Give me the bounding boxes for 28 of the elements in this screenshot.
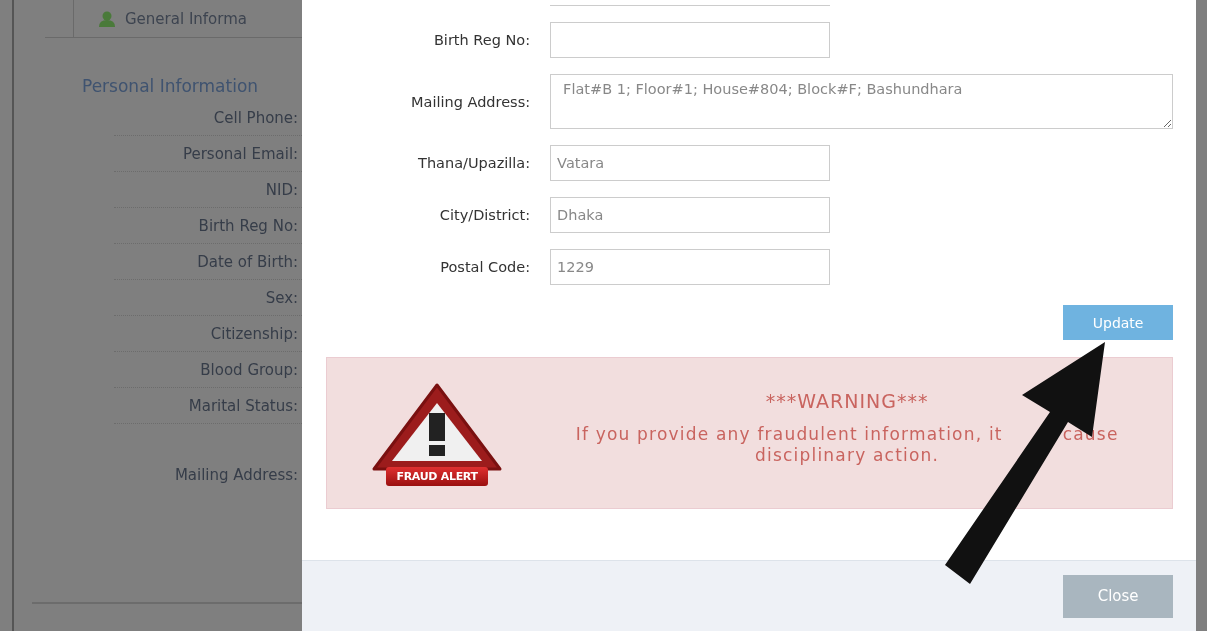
field-label: Birth Reg No: xyxy=(432,32,531,48)
input-field[interactable]: Dhaka xyxy=(550,197,831,233)
field-label: Marital Status: xyxy=(188,396,299,415)
section-title: Personal Information xyxy=(82,76,260,96)
field-label: Cell Phone: xyxy=(213,108,299,127)
user-icon xyxy=(98,10,116,27)
field-label: City/District: xyxy=(438,207,531,223)
field-label: Thana/Upazilla: xyxy=(417,155,531,171)
field-label: Mailing Address: xyxy=(174,466,299,484)
warning-message: If you provide any fraudulent information, it xyxy=(575,424,1003,445)
field-label: Postal Code: xyxy=(439,259,531,275)
field-label: Citizenship: xyxy=(210,324,299,343)
field-label: Date of Birth: xyxy=(197,252,299,271)
field-label: NID: xyxy=(265,180,299,199)
close-button[interactable]: Close xyxy=(1063,574,1174,618)
field-label: Sex: xyxy=(265,288,299,307)
general-information-tab[interactable]: General Informa xyxy=(73,0,247,38)
field-label: Mailing Address: xyxy=(410,93,531,110)
field-label: Personal Email: xyxy=(182,144,299,163)
warning-message: cause xyxy=(1062,424,1119,445)
input-field[interactable]: 1229 xyxy=(550,249,831,285)
field-label: Birth Reg No: xyxy=(198,216,299,235)
warning-title: ***WARNING*** xyxy=(765,390,929,412)
input-field[interactable]: Vatara xyxy=(550,145,831,181)
field-label: Blood Group: xyxy=(200,360,299,379)
address-field[interactable]: Flat#B 1; Floor#1; House#804; Block#F; Bashundhara xyxy=(550,74,1174,129)
warning-message: disciplinary action. xyxy=(755,445,940,466)
update-button[interactable]: Update xyxy=(1063,305,1174,340)
